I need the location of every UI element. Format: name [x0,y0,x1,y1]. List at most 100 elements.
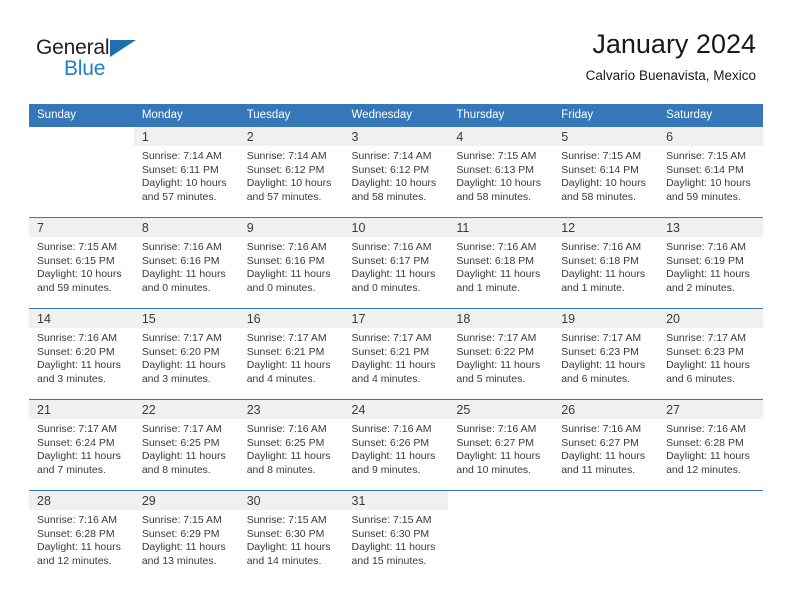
daylight-line-2: and 4 minutes. [246,372,316,385]
day-details: Sunrise: 7:16 AM Sunset: 6:16 PM Dayligh… [134,237,239,295]
calendar-day-cell[interactable]: 20 Sunrise: 7:17 AM Sunset: 6:23 PM Dayl… [658,308,763,400]
sunrise-line: Sunrise: 7:17 AM [37,423,117,435]
sunset-line: Sunset: 6:22 PM [456,345,535,358]
day-number-band: 24 [343,400,449,419]
day-number-band: 27 [658,400,763,419]
calendar-day-cell[interactable]: 23 Sunrise: 7:16 AM Sunset: 6:25 PM Dayl… [238,399,344,491]
sunset-line: Sunset: 6:12 PM [351,163,430,176]
sunset-line: Sunset: 6:14 PM [561,163,639,176]
day-number: 20 [666,312,680,326]
day-details: Sunrise: 7:17 AM Sunset: 6:23 PM Dayligh… [553,328,658,386]
sunrise-line: Sunrise: 7:17 AM [666,332,747,344]
calendar-day-cell[interactable]: 26 Sunrise: 7:16 AM Sunset: 6:27 PM Dayl… [553,399,659,491]
daylight-line-2: and 59 minutes. [37,281,112,294]
daylight-line-1: Daylight: 10 hours [456,177,542,190]
calendar-day-cell[interactable]: 28 Sunrise: 7:16 AM Sunset: 6:28 PM Dayl… [29,490,134,581]
calendar-day-cell[interactable]: 7 Sunrise: 7:15 AM Sunset: 6:15 PM Dayli… [29,217,134,309]
calendar-day-cell[interactable]: 22 Sunrise: 7:17 AM Sunset: 6:25 PM Dayl… [133,399,239,491]
day-number: 26 [561,403,576,417]
day-number-band: 28 [29,491,134,510]
calendar-day-cell[interactable]: 21 Sunrise: 7:17 AM Sunset: 6:24 PM Dayl… [29,399,134,491]
day-details: Sunrise: 7:16 AM Sunset: 6:27 PM Dayligh… [553,419,658,477]
day-details: Sunrise: 7:17 AM Sunset: 6:22 PM Dayligh… [448,328,553,386]
title-block: January 2024 Calvario Buenavista, Mexico [586,28,756,84]
day-number: 9 [246,221,254,235]
calendar-day-cell[interactable]: 18 Sunrise: 7:17 AM Sunset: 6:22 PM Dayl… [448,308,554,400]
page-title: January 2024 [592,29,756,59]
daylight-line-2: and 2 minutes. [666,281,735,294]
calendar-week-row: 28 Sunrise: 7:16 AM Sunset: 6:28 PM Dayl… [29,490,763,581]
calendar-day-cell[interactable]: 19 Sunrise: 7:17 AM Sunset: 6:23 PM Dayl… [553,308,659,400]
calendar-day-cell[interactable]: 8 Sunrise: 7:16 AM Sunset: 6:16 PM Dayli… [133,217,239,309]
daylight-line-1: Daylight: 11 hours [37,450,121,463]
sunrise-line: Sunrise: 7:16 AM [561,423,642,435]
calendar-day-cell[interactable]: 3 Sunrise: 7:14 AM Sunset: 6:12 PM Dayli… [343,126,449,218]
calendar-day-cell[interactable]: 11 Sunrise: 7:16 AM Sunset: 6:18 PM Dayl… [448,217,554,309]
calendar-day-cell[interactable]: 15 Sunrise: 7:17 AM Sunset: 6:20 PM Dayl… [133,308,239,400]
daylight-line-1: Daylight: 11 hours [456,268,541,281]
day-number-band: 19 [553,309,659,328]
day-number: 29 [141,494,156,508]
sunset-line: Sunset: 6:20 PM [141,345,220,358]
day-number-band: 10 [343,218,449,237]
weekday-header-wednesday: Wednesday [343,104,449,127]
general-blue-logo[interactable]: General Blue [36,36,156,82]
sunset-line: Sunset: 6:27 PM [561,436,639,449]
calendar-day-cell[interactable]: 13 Sunrise: 7:16 AM Sunset: 6:19 PM Dayl… [658,217,763,309]
daylight-line-1: Daylight: 11 hours [561,450,646,463]
day-number: 1 [141,130,149,144]
calendar-day-cell[interactable]: 17 Sunrise: 7:17 AM Sunset: 6:21 PM Dayl… [343,308,449,400]
day-details: Sunrise: 7:16 AM Sunset: 6:18 PM Dayligh… [448,237,553,295]
daylight-line-1: Daylight: 11 hours [141,541,226,554]
daylight-line-2: and 57 minutes. [246,190,322,203]
calendar-day-cell [658,490,763,581]
day-number-band [658,491,763,510]
calendar-day-cell[interactable]: 12 Sunrise: 7:16 AM Sunset: 6:18 PM Dayl… [553,217,659,309]
sunrise-line: Sunrise: 7:15 AM [37,241,117,253]
day-number-band: 14 [29,309,134,328]
day-details: Sunrise: 7:16 AM Sunset: 6:27 PM Dayligh… [448,419,553,477]
calendar-day-cell[interactable]: 16 Sunrise: 7:17 AM Sunset: 6:21 PM Dayl… [238,308,344,400]
calendar-day-cell[interactable]: 5 Sunrise: 7:15 AM Sunset: 6:14 PM Dayli… [553,126,659,218]
calendar-day-cell[interactable]: 10 Sunrise: 7:16 AM Sunset: 6:17 PM Dayl… [343,217,449,309]
calendar-day-cell[interactable]: 1 Sunrise: 7:14 AM Sunset: 6:11 PM Dayli… [133,126,239,218]
calendar-day-cell[interactable]: 29 Sunrise: 7:15 AM Sunset: 6:29 PM Dayl… [133,490,239,581]
day-number: 14 [37,312,51,326]
daylight-line-1: Daylight: 11 hours [456,450,541,463]
daylight-line-2: and 0 minutes. [351,281,421,294]
day-details: Sunrise: 7:17 AM Sunset: 6:25 PM Dayligh… [134,419,239,477]
daylight-line-2: and 0 minutes. [141,281,211,294]
day-details: Sunrise: 7:14 AM Sunset: 6:12 PM Dayligh… [344,146,449,204]
sunset-line: Sunset: 6:28 PM [666,436,744,449]
sunset-line: Sunset: 6:27 PM [456,436,535,449]
calendar-day-cell[interactable]: 25 Sunrise: 7:16 AM Sunset: 6:27 PM Dayl… [448,399,554,491]
calendar-day-cell[interactable]: 30 Sunrise: 7:15 AM Sunset: 6:30 PM Dayl… [238,490,344,581]
sunrise-line: Sunrise: 7:16 AM [37,514,117,526]
daylight-line-2: and 5 minutes. [456,372,526,385]
sunset-line: Sunset: 6:16 PM [246,254,325,267]
day-number: 8 [141,221,149,235]
daylight-line-2: and 8 minutes. [141,463,211,476]
daylight-line-2: and 57 minutes. [141,190,217,203]
sunrise-line: Sunrise: 7:17 AM [456,332,537,344]
sunrise-line: Sunrise: 7:16 AM [456,423,537,435]
calendar-day-cell[interactable]: 6 Sunrise: 7:15 AM Sunset: 6:14 PM Dayli… [658,126,763,218]
logo-triangle-icon [110,40,136,57]
day-number-band: 29 [133,491,239,510]
sunrise-line: Sunrise: 7:16 AM [141,241,222,253]
daylight-line-1: Daylight: 10 hours [246,177,332,190]
day-number-band: 25 [448,400,554,419]
day-number: 19 [561,312,576,326]
calendar-day-cell[interactable]: 4 Sunrise: 7:15 AM Sunset: 6:13 PM Dayli… [448,126,554,218]
day-number-band: 15 [133,309,239,328]
calendar-day-cell[interactable]: 9 Sunrise: 7:16 AM Sunset: 6:16 PM Dayli… [238,217,344,309]
sunset-line: Sunset: 6:13 PM [456,163,535,176]
calendar-day-cell[interactable]: 24 Sunrise: 7:16 AM Sunset: 6:26 PM Dayl… [343,399,449,491]
calendar-day-cell[interactable]: 2 Sunrise: 7:14 AM Sunset: 6:12 PM Dayli… [238,126,344,218]
calendar-day-cell[interactable]: 14 Sunrise: 7:16 AM Sunset: 6:20 PM Dayl… [29,308,134,400]
weekday-header-saturday: Saturday [658,104,763,127]
calendar-day-cell[interactable]: 27 Sunrise: 7:16 AM Sunset: 6:28 PM Dayl… [658,399,763,491]
day-number: 7 [37,221,44,235]
day-number: 10 [351,221,366,235]
calendar-day-cell[interactable]: 31 Sunrise: 7:15 AM Sunset: 6:30 PM Dayl… [343,490,449,581]
